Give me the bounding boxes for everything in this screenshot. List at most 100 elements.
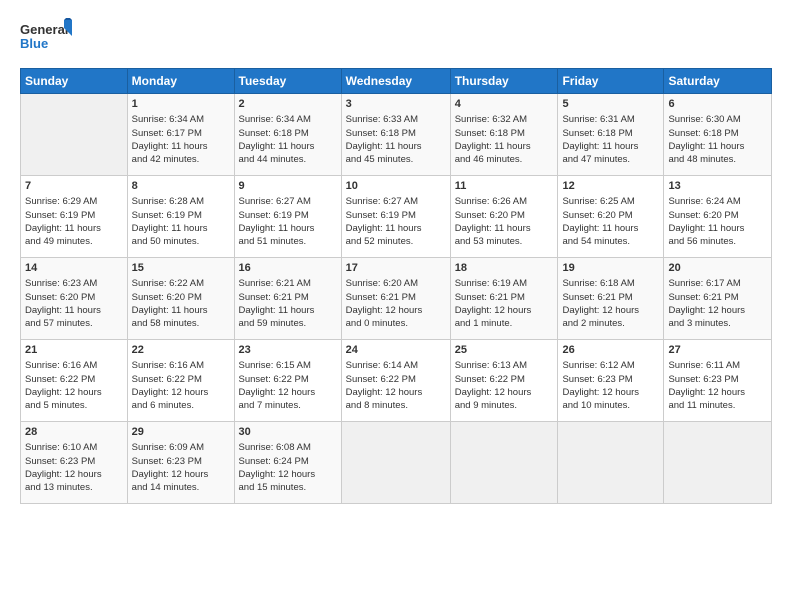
day-info: Sunrise: 6:25 AM Sunset: 6:20 PM Dayligh…	[562, 195, 659, 248]
svg-text:General: General	[20, 22, 68, 37]
calendar-cell: 25Sunrise: 6:13 AM Sunset: 6:22 PM Dayli…	[450, 340, 558, 422]
calendar-cell: 27Sunrise: 6:11 AM Sunset: 6:23 PM Dayli…	[664, 340, 772, 422]
day-number: 16	[239, 261, 337, 276]
day-info: Sunrise: 6:10 AM Sunset: 6:23 PM Dayligh…	[25, 441, 123, 494]
day-info: Sunrise: 6:34 AM Sunset: 6:17 PM Dayligh…	[132, 113, 230, 166]
day-number: 29	[132, 425, 230, 440]
day-info: Sunrise: 6:34 AM Sunset: 6:18 PM Dayligh…	[239, 113, 337, 166]
calendar-cell: 6Sunrise: 6:30 AM Sunset: 6:18 PM Daylig…	[664, 94, 772, 176]
calendar-cell	[664, 422, 772, 504]
calendar-cell: 21Sunrise: 6:16 AM Sunset: 6:22 PM Dayli…	[21, 340, 128, 422]
calendar-cell: 16Sunrise: 6:21 AM Sunset: 6:21 PM Dayli…	[234, 258, 341, 340]
logo: General Blue	[20, 18, 72, 58]
day-number: 8	[132, 179, 230, 194]
day-number: 24	[346, 343, 446, 358]
day-info: Sunrise: 6:21 AM Sunset: 6:21 PM Dayligh…	[239, 277, 337, 330]
day-number: 5	[562, 97, 659, 112]
day-number: 10	[346, 179, 446, 194]
calendar-cell	[558, 422, 664, 504]
day-info: Sunrise: 6:16 AM Sunset: 6:22 PM Dayligh…	[132, 359, 230, 412]
calendar-cell: 24Sunrise: 6:14 AM Sunset: 6:22 PM Dayli…	[341, 340, 450, 422]
svg-text:Blue: Blue	[20, 36, 48, 51]
day-info: Sunrise: 6:23 AM Sunset: 6:20 PM Dayligh…	[25, 277, 123, 330]
day-number: 2	[239, 97, 337, 112]
day-info: Sunrise: 6:28 AM Sunset: 6:19 PM Dayligh…	[132, 195, 230, 248]
day-number: 25	[455, 343, 554, 358]
col-header-sunday: Sunday	[21, 69, 128, 94]
calendar-cell: 29Sunrise: 6:09 AM Sunset: 6:23 PM Dayli…	[127, 422, 234, 504]
calendar-cell: 26Sunrise: 6:12 AM Sunset: 6:23 PM Dayli…	[558, 340, 664, 422]
day-info: Sunrise: 6:32 AM Sunset: 6:18 PM Dayligh…	[455, 113, 554, 166]
day-info: Sunrise: 6:11 AM Sunset: 6:23 PM Dayligh…	[668, 359, 767, 412]
calendar-cell: 30Sunrise: 6:08 AM Sunset: 6:24 PM Dayli…	[234, 422, 341, 504]
day-number: 26	[562, 343, 659, 358]
day-info: Sunrise: 6:14 AM Sunset: 6:22 PM Dayligh…	[346, 359, 446, 412]
calendar-cell: 4Sunrise: 6:32 AM Sunset: 6:18 PM Daylig…	[450, 94, 558, 176]
day-number: 15	[132, 261, 230, 276]
calendar-cell: 17Sunrise: 6:20 AM Sunset: 6:21 PM Dayli…	[341, 258, 450, 340]
col-header-saturday: Saturday	[664, 69, 772, 94]
day-number: 12	[562, 179, 659, 194]
calendar-cell: 9Sunrise: 6:27 AM Sunset: 6:19 PM Daylig…	[234, 176, 341, 258]
day-number: 19	[562, 261, 659, 276]
day-info: Sunrise: 6:12 AM Sunset: 6:23 PM Dayligh…	[562, 359, 659, 412]
calendar-cell: 12Sunrise: 6:25 AM Sunset: 6:20 PM Dayli…	[558, 176, 664, 258]
calendar-cell: 8Sunrise: 6:28 AM Sunset: 6:19 PM Daylig…	[127, 176, 234, 258]
day-number: 20	[668, 261, 767, 276]
calendar-cell: 23Sunrise: 6:15 AM Sunset: 6:22 PM Dayli…	[234, 340, 341, 422]
calendar-cell: 2Sunrise: 6:34 AM Sunset: 6:18 PM Daylig…	[234, 94, 341, 176]
col-header-wednesday: Wednesday	[341, 69, 450, 94]
day-number: 27	[668, 343, 767, 358]
day-number: 22	[132, 343, 230, 358]
day-info: Sunrise: 6:31 AM Sunset: 6:18 PM Dayligh…	[562, 113, 659, 166]
day-number: 4	[455, 97, 554, 112]
calendar-cell: 14Sunrise: 6:23 AM Sunset: 6:20 PM Dayli…	[21, 258, 128, 340]
calendar-cell: 10Sunrise: 6:27 AM Sunset: 6:19 PM Dayli…	[341, 176, 450, 258]
calendar-cell: 22Sunrise: 6:16 AM Sunset: 6:22 PM Dayli…	[127, 340, 234, 422]
calendar-cell: 11Sunrise: 6:26 AM Sunset: 6:20 PM Dayli…	[450, 176, 558, 258]
col-header-friday: Friday	[558, 69, 664, 94]
day-info: Sunrise: 6:09 AM Sunset: 6:23 PM Dayligh…	[132, 441, 230, 494]
day-info: Sunrise: 6:24 AM Sunset: 6:20 PM Dayligh…	[668, 195, 767, 248]
day-number: 30	[239, 425, 337, 440]
day-info: Sunrise: 6:26 AM Sunset: 6:20 PM Dayligh…	[455, 195, 554, 248]
col-header-tuesday: Tuesday	[234, 69, 341, 94]
day-info: Sunrise: 6:33 AM Sunset: 6:18 PM Dayligh…	[346, 113, 446, 166]
day-info: Sunrise: 6:13 AM Sunset: 6:22 PM Dayligh…	[455, 359, 554, 412]
day-info: Sunrise: 6:18 AM Sunset: 6:21 PM Dayligh…	[562, 277, 659, 330]
day-number: 18	[455, 261, 554, 276]
calendar-cell: 20Sunrise: 6:17 AM Sunset: 6:21 PM Dayli…	[664, 258, 772, 340]
day-number: 1	[132, 97, 230, 112]
calendar-cell: 15Sunrise: 6:22 AM Sunset: 6:20 PM Dayli…	[127, 258, 234, 340]
calendar-cell: 18Sunrise: 6:19 AM Sunset: 6:21 PM Dayli…	[450, 258, 558, 340]
day-info: Sunrise: 6:19 AM Sunset: 6:21 PM Dayligh…	[455, 277, 554, 330]
calendar-cell: 13Sunrise: 6:24 AM Sunset: 6:20 PM Dayli…	[664, 176, 772, 258]
calendar-cell: 5Sunrise: 6:31 AM Sunset: 6:18 PM Daylig…	[558, 94, 664, 176]
day-number: 21	[25, 343, 123, 358]
day-info: Sunrise: 6:27 AM Sunset: 6:19 PM Dayligh…	[239, 195, 337, 248]
calendar-cell: 19Sunrise: 6:18 AM Sunset: 6:21 PM Dayli…	[558, 258, 664, 340]
day-info: Sunrise: 6:27 AM Sunset: 6:19 PM Dayligh…	[346, 195, 446, 248]
day-info: Sunrise: 6:15 AM Sunset: 6:22 PM Dayligh…	[239, 359, 337, 412]
day-info: Sunrise: 6:30 AM Sunset: 6:18 PM Dayligh…	[668, 113, 767, 166]
calendar-cell: 3Sunrise: 6:33 AM Sunset: 6:18 PM Daylig…	[341, 94, 450, 176]
day-info: Sunrise: 6:16 AM Sunset: 6:22 PM Dayligh…	[25, 359, 123, 412]
col-header-monday: Monday	[127, 69, 234, 94]
calendar-cell: 28Sunrise: 6:10 AM Sunset: 6:23 PM Dayli…	[21, 422, 128, 504]
col-header-thursday: Thursday	[450, 69, 558, 94]
day-number: 9	[239, 179, 337, 194]
day-number: 6	[668, 97, 767, 112]
day-number: 11	[455, 179, 554, 194]
calendar-table: SundayMondayTuesdayWednesdayThursdayFrid…	[20, 68, 772, 504]
day-info: Sunrise: 6:22 AM Sunset: 6:20 PM Dayligh…	[132, 277, 230, 330]
day-info: Sunrise: 6:17 AM Sunset: 6:21 PM Dayligh…	[668, 277, 767, 330]
day-number: 7	[25, 179, 123, 194]
calendar-cell	[450, 422, 558, 504]
calendar-cell: 1Sunrise: 6:34 AM Sunset: 6:17 PM Daylig…	[127, 94, 234, 176]
day-number: 14	[25, 261, 123, 276]
day-number: 23	[239, 343, 337, 358]
day-info: Sunrise: 6:29 AM Sunset: 6:19 PM Dayligh…	[25, 195, 123, 248]
day-info: Sunrise: 6:08 AM Sunset: 6:24 PM Dayligh…	[239, 441, 337, 494]
day-number: 3	[346, 97, 446, 112]
day-number: 13	[668, 179, 767, 194]
